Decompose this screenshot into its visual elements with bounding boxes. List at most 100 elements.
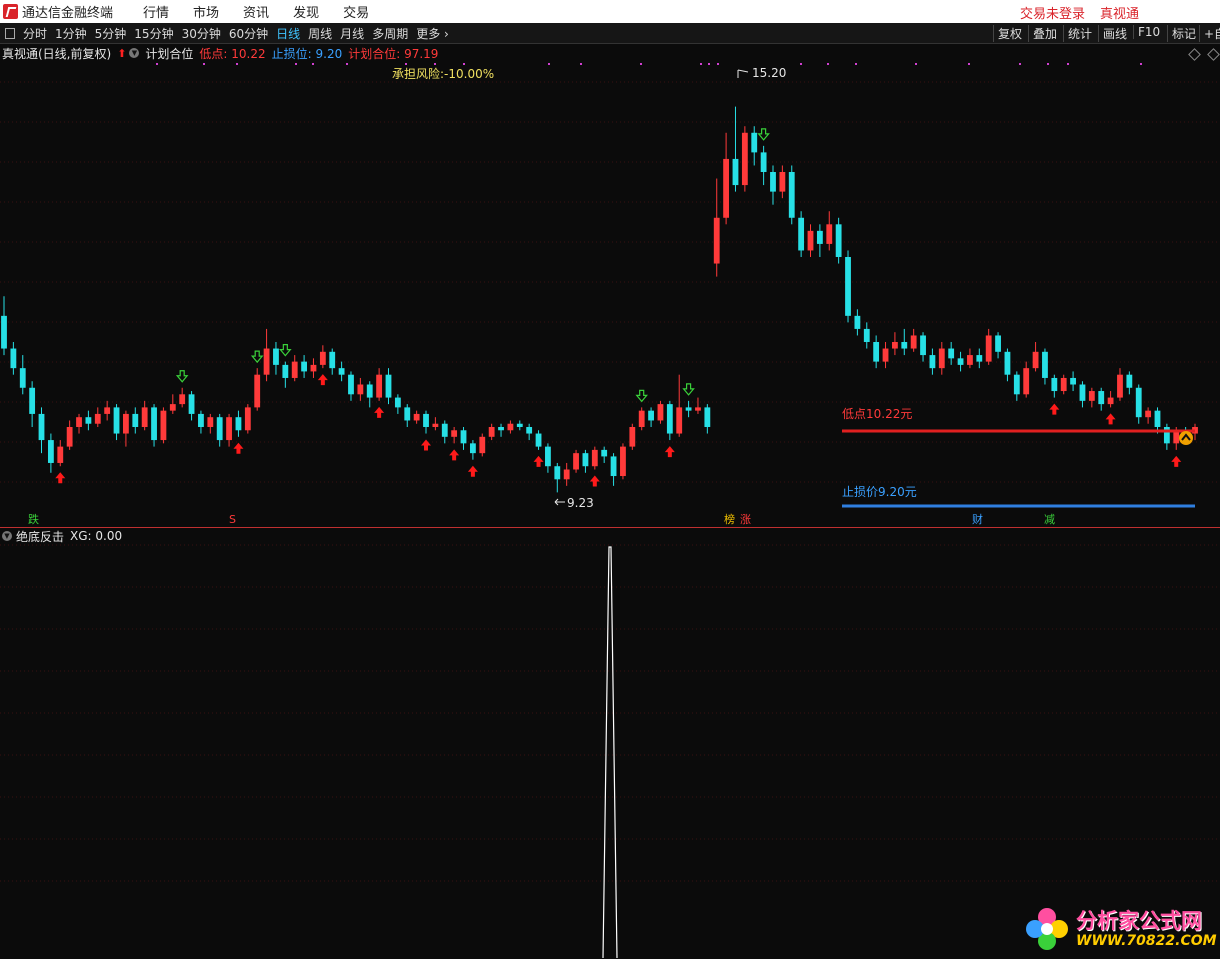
sub-indicator-chart [0,544,1220,958]
candle-body [404,407,411,421]
candle-body [498,427,504,431]
candle-body [1145,410,1152,418]
event-badge-3[interactable]: 涨 [740,513,751,526]
candle-body [235,417,242,431]
buy-arrow-icon [421,439,432,451]
top-dot [700,63,702,65]
candle-body [685,407,692,411]
menu-quotes[interactable]: 行情 [143,2,169,21]
signal-spike [602,546,618,958]
event-badge-0[interactable]: 跌 [28,512,39,526]
period-tab-more[interactable]: 更多 › [416,25,449,42]
candle-body [873,342,880,362]
chevron-down-icon-2[interactable]: ▼ [2,531,12,541]
product-link[interactable]: 真视通 [1100,3,1139,22]
top-dot [346,63,348,65]
candle-body [38,413,45,441]
adjust-button[interactable]: 复权 [993,25,1026,42]
indicator-name[interactable]: 计划合位 [145,45,193,62]
period-tab-daily[interactable]: 日线 [276,25,300,42]
top-dot [548,63,550,65]
panel-toggle-icon[interactable] [5,27,15,39]
event-badge-5[interactable]: 减 [1044,513,1055,526]
period-tab-5min[interactable]: 5分钟 [95,25,127,42]
candle-body [976,355,983,362]
draw-line-button[interactable]: 画线 [1098,25,1131,42]
period-tab-30min[interactable]: 30分钟 [182,25,221,42]
top-dot [640,63,642,65]
f10-button[interactable]: F10 [1133,25,1164,39]
menu-discover[interactable]: 发现 [293,2,319,21]
sub-indicator-name[interactable]: 绝底反击 [16,528,64,545]
event-badge-2[interactable]: 榜 [724,512,735,526]
candle-body [151,407,157,441]
candle-body [676,407,683,434]
mark-button[interactable]: 标记 [1167,25,1200,42]
candle-body [366,384,373,398]
period-tab-timeshare[interactable]: 分时 [23,25,47,42]
candle-body [413,413,420,421]
candle-body [910,335,917,349]
buy-arrow-icon [1049,403,1060,415]
candle-body [66,427,73,447]
sell-arrow-icon [279,344,292,357]
sell-arrow-icon [757,128,770,141]
top-dot [968,63,970,65]
candle-body [291,361,298,378]
buy-arrow-icon [233,442,244,454]
buy-arrow-icon [1171,455,1182,467]
candle-body [123,413,129,434]
period-tab-monthly[interactable]: 月线 [340,25,364,42]
period-tab-multi[interactable]: 多周期 [372,25,408,42]
period-tab-15min[interactable]: 15分钟 [134,25,173,42]
candle-body [338,368,345,375]
candle-body [188,394,195,414]
statistics-button[interactable]: 统计 [1063,25,1096,42]
candle-body [132,413,139,427]
candle-body [479,436,486,454]
sell-arrow-icon [250,350,264,364]
candle-body [1051,377,1058,392]
candle-body [47,440,54,463]
period-tab-60min[interactable]: 60分钟 [229,25,268,42]
low-marker-icon [554,498,565,506]
period-toolbar: 分时 1分钟 5分钟 15分钟 30分钟 60分钟 日线 周线 月线 多周期 更… [0,23,1220,44]
top-dot [708,63,710,65]
top-dot [1067,63,1069,65]
circle-up-icon[interactable] [1179,431,1193,445]
candle-body [198,413,204,427]
menu-news[interactable]: 资讯 [243,2,269,21]
candle-body [1060,377,1067,392]
candle-body [507,423,514,431]
candle-body [629,427,636,447]
candle-body [807,230,814,251]
sell-arrow-icon [175,370,189,383]
risk-label: 承担风险:-10.00% [392,66,494,81]
candle-body [882,348,889,362]
top-dot [827,63,829,65]
candle-body [179,394,186,405]
candle-body [254,374,261,408]
candle-body [1032,351,1039,369]
top-dot [156,63,158,65]
buy-arrow-icon [449,449,460,461]
candle-body [760,152,767,172]
candle-body [1135,387,1142,418]
login-status[interactable]: 交易未登录 [1020,3,1085,22]
menu-market[interactable]: 市场 [193,2,219,21]
period-tab-weekly[interactable]: 周线 [308,25,332,42]
top-dot [800,63,802,65]
event-badge-4[interactable]: 财 [972,512,983,526]
chevron-down-icon[interactable]: ▼ [129,48,140,58]
overlay-button[interactable]: 叠加 [1028,25,1061,42]
menu-trade[interactable]: 交易 [343,2,369,21]
period-tab-1min[interactable]: 1分钟 [55,25,87,42]
candle-body [348,374,354,395]
event-badge-1[interactable]: S [229,513,236,526]
add-self-button[interactable]: +自 [1199,25,1220,42]
candle-body [582,453,589,467]
candle-body [432,423,439,427]
candle-body [76,417,82,427]
candle-body [94,413,101,424]
candle-body [263,348,270,375]
